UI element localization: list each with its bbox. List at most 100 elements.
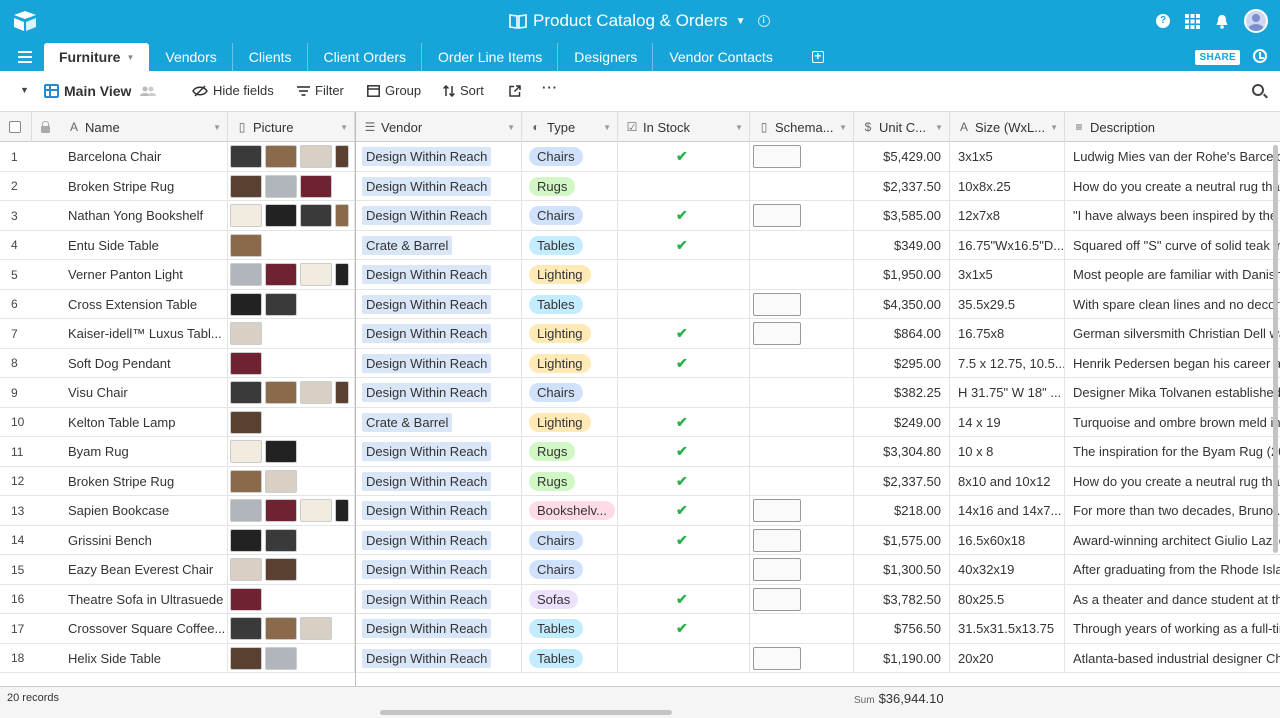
schematic-thumbnail[interactable]: [753, 499, 801, 522]
picture-cell[interactable]: [228, 171, 355, 201]
picture-thumbnail[interactable]: [230, 410, 262, 434]
picture-thumbnail[interactable]: [335, 145, 349, 168]
table-row[interactable]: 15 Eazy Bean Everest Chair Design Within…: [0, 555, 1280, 585]
picture-thumbnail[interactable]: [230, 263, 262, 286]
name-cell[interactable]: Grissini Bench: [60, 525, 228, 555]
add-table-icon[interactable]: +: [811, 50, 824, 63]
size-cell[interactable]: 31.5x31.5x13.75: [950, 614, 1065, 643]
unit-cost-cell[interactable]: $2,337.50: [854, 171, 950, 201]
picture-cell[interactable]: [228, 201, 355, 230]
vendor-cell[interactable]: Design Within Reach: [356, 643, 522, 673]
type-cell[interactable]: Chairs: [522, 525, 618, 555]
description-cell[interactable]: With spare clean lines and no decora: [1065, 290, 1280, 319]
schematic-cell[interactable]: [750, 289, 854, 319]
vendor-link[interactable]: Design Within Reach: [362, 501, 492, 520]
vendor-link[interactable]: Design Within Reach: [362, 560, 492, 579]
vendor-cell[interactable]: Design Within Reach: [356, 437, 522, 466]
name-cell[interactable]: Broken Stripe Rug: [60, 171, 228, 201]
schematic-cell[interactable]: [750, 614, 854, 643]
picture-thumbnail[interactable]: [300, 174, 332, 198]
size-cell[interactable]: 80x25.5: [950, 584, 1065, 614]
description-cell[interactable]: Designer Mika Tolvanen established h: [1065, 378, 1280, 407]
picture-thumbnail[interactable]: [230, 381, 262, 404]
check-icon[interactable]: ✔: [676, 237, 688, 254]
tab-order-line-items[interactable]: Order Line Items: [422, 43, 559, 71]
type-cell[interactable]: Lighting: [522, 319, 618, 348]
in-stock-cell[interactable]: ✔: [618, 496, 750, 525]
name-cell[interactable]: Verner Panton Light: [60, 260, 228, 289]
unit-cost-cell[interactable]: $218.00: [854, 496, 950, 525]
picture-thumbnail[interactable]: [230, 617, 262, 640]
in-stock-cell[interactable]: [618, 555, 750, 584]
column-header-unit-cost[interactable]: $ Unit C... ▼: [854, 112, 950, 142]
unit-cost-cell[interactable]: $756.50: [854, 614, 950, 643]
vendor-link[interactable]: Design Within Reach: [362, 619, 492, 638]
picture-cell[interactable]: [228, 378, 355, 407]
tab-furniture[interactable]: Furniture ▼: [44, 43, 150, 71]
apps-grid-icon[interactable]: [1185, 13, 1200, 29]
size-cell[interactable]: 3x1x5: [950, 260, 1065, 289]
picture-thumbnail[interactable]: [265, 528, 297, 552]
picture-cell[interactable]: [228, 348, 355, 378]
base-title[interactable]: Product Catalog & Orders ▼ i: [509, 11, 770, 31]
check-icon[interactable]: ✔: [676, 620, 688, 637]
schematic-cell[interactable]: [750, 348, 854, 378]
table-row[interactable]: 3 Nathan Yong Bookshelf Design Within Re…: [0, 201, 1280, 231]
in-stock-cell[interactable]: [618, 260, 750, 289]
schematic-cell[interactable]: [750, 378, 854, 407]
picture-cell[interactable]: [228, 466, 355, 496]
vendor-link[interactable]: Design Within Reach: [362, 530, 492, 550]
table-row[interactable]: 10 Kelton Table Lamp Crate & Barrel Ligh…: [0, 407, 1280, 437]
user-avatar[interactable]: [1244, 9, 1268, 33]
table-row[interactable]: 11 Byam Rug Design Within Reach Rugs ✔ $…: [0, 437, 1280, 467]
size-cell[interactable]: H 31.75" W 18" ...: [950, 378, 1065, 407]
table-row[interactable]: 14 Grissini Bench Design Within Reach Ch…: [0, 525, 1280, 555]
vendor-cell[interactable]: Design Within Reach: [356, 584, 522, 614]
chevron-down-icon[interactable]: ▼: [935, 123, 943, 132]
schematic-thumbnail[interactable]: [753, 322, 801, 345]
unit-cost-cell[interactable]: $349.00: [854, 230, 950, 260]
name-cell[interactable]: Helix Side Table: [60, 643, 228, 673]
size-cell[interactable]: 14x16 and 14x7...: [950, 496, 1065, 525]
table-row[interactable]: 7 Kaiser-idell™ Luxus Tabl... Design Wit…: [0, 319, 1280, 349]
schematic-thumbnail[interactable]: [753, 204, 801, 227]
schematic-cell[interactable]: [750, 643, 854, 673]
sum-summary[interactable]: Sum $36,944.10: [854, 691, 944, 706]
name-cell[interactable]: Nathan Yong Bookshelf: [60, 201, 228, 230]
picture-thumbnail[interactable]: [230, 499, 262, 522]
picture-thumbnail[interactable]: [230, 646, 262, 670]
vendor-cell[interactable]: Design Within Reach: [356, 289, 522, 319]
tab-vendor-contacts[interactable]: Vendor Contacts: [653, 43, 788, 71]
sort-button[interactable]: Sort: [443, 83, 484, 98]
chevron-down-icon[interactable]: ▼: [340, 123, 348, 132]
table-row[interactable]: 4 Entu Side Table Crate & Barrel Tables …: [0, 230, 1280, 260]
vendor-link[interactable]: Design Within Reach: [362, 471, 492, 491]
schematic-cell[interactable]: [750, 230, 854, 260]
vendor-cell[interactable]: Design Within Reach: [356, 201, 522, 230]
column-header-type[interactable]: ◐ Type ▼: [522, 112, 618, 142]
vendor-link[interactable]: Crate & Barrel: [362, 412, 453, 432]
table-row[interactable]: 18 Helix Side Table Design Within Reach …: [0, 643, 1280, 673]
in-stock-cell[interactable]: ✔: [618, 319, 750, 348]
check-icon[interactable]: ✔: [676, 148, 688, 165]
column-header-name[interactable]: A Name ▼: [60, 112, 228, 142]
type-cell[interactable]: Tables: [522, 643, 618, 673]
in-stock-cell[interactable]: [618, 289, 750, 319]
table-row[interactable]: 9 Visu Chair Design Within Reach Chairs …: [0, 378, 1280, 408]
picture-thumbnail[interactable]: [230, 440, 262, 463]
picture-thumbnail[interactable]: [300, 204, 332, 227]
description-cell[interactable]: Henrik Pedersen began his career as: [1065, 349, 1280, 378]
picture-cell[interactable]: [228, 555, 355, 584]
unit-cost-cell[interactable]: $5,429.00: [854, 142, 950, 171]
picture-thumbnail[interactable]: [230, 587, 262, 611]
picture-thumbnail[interactable]: [335, 499, 349, 522]
view-switcher-toggle[interactable]: ▼: [20, 85, 29, 95]
vendor-cell[interactable]: Design Within Reach: [356, 171, 522, 201]
description-cell[interactable]: How do you create a neutral rug that: [1065, 172, 1280, 201]
vendor-link[interactable]: Design Within Reach: [362, 383, 492, 402]
picture-thumbnail[interactable]: [265, 204, 297, 227]
vendor-link[interactable]: Design Within Reach: [362, 147, 492, 166]
type-cell[interactable]: Chairs: [522, 142, 618, 171]
picture-thumbnail[interactable]: [265, 558, 297, 581]
picture-cell[interactable]: [228, 525, 355, 555]
